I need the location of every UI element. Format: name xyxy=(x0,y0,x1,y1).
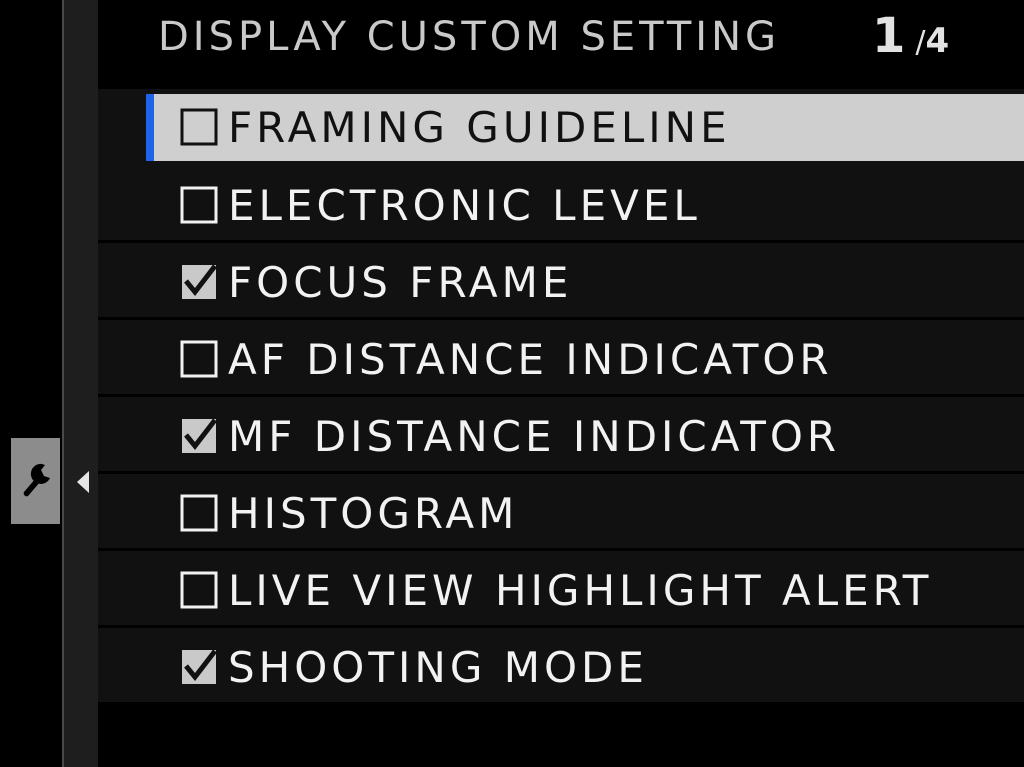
menu-item-label: ELECTRONIC LEVEL xyxy=(228,181,701,230)
menu-item-histogram[interactable]: HISTOGRAM xyxy=(98,474,1024,551)
checkbox-checked-icon[interactable] xyxy=(180,263,218,301)
menu-item-framing-guideline[interactable]: FRAMING GUIDELINE xyxy=(146,94,1024,161)
page-title: DISPLAY CUSTOM SETTING xyxy=(158,14,781,60)
checkbox-checked-icon[interactable] xyxy=(180,648,218,686)
menu-item-label: FOCUS FRAME xyxy=(228,258,573,307)
menu-item-label: FRAMING GUIDELINE xyxy=(228,103,731,152)
menu-list: FRAMING GUIDELINE ELECTRONIC LEVEL FOCUS… xyxy=(98,89,1024,705)
menu-item-label: SHOOTING MODE xyxy=(228,643,648,692)
checkbox-unchecked-icon[interactable] xyxy=(180,494,218,532)
page-indicator: 1 /4 xyxy=(872,8,949,64)
checkbox-unchecked-icon[interactable] xyxy=(180,340,218,378)
checkbox-unchecked-icon[interactable] xyxy=(180,186,218,224)
page-separator: / xyxy=(915,25,926,60)
page-current: 1 xyxy=(872,8,906,64)
checkbox-checked-icon[interactable] xyxy=(180,417,218,455)
menu-item-label: LIVE VIEW HIGHLIGHT ALERT xyxy=(228,566,933,615)
wrench-icon xyxy=(23,463,50,497)
menu-item-focus-frame[interactable]: FOCUS FRAME xyxy=(98,243,1024,320)
page-total: 4 xyxy=(925,21,950,61)
checkbox-unchecked-icon[interactable] xyxy=(180,108,218,146)
checkbox-unchecked-icon[interactable] xyxy=(180,571,218,609)
menu-item-shooting-mode[interactable]: SHOOTING MODE xyxy=(98,628,1024,705)
menu-item-live-view-highlight-alert[interactable]: LIVE VIEW HIGHLIGHT ALERT xyxy=(98,551,1024,628)
menu-item-label: HISTOGRAM xyxy=(228,489,519,538)
tab-setup[interactable] xyxy=(11,438,60,524)
sidebar-strip xyxy=(64,0,98,767)
menu-item-label: MF DISTANCE INDICATOR xyxy=(228,412,841,461)
menu-item-label: AF DISTANCE INDICATOR xyxy=(228,335,833,384)
selection-accent-bar xyxy=(146,94,154,161)
active-tab-arrow-icon xyxy=(77,471,89,493)
menu-item-af-distance-indicator[interactable]: AF DISTANCE INDICATOR xyxy=(98,320,1024,397)
menu-item-electronic-level[interactable]: ELECTRONIC LEVEL xyxy=(98,166,1024,243)
menu-item-mf-distance-indicator[interactable]: MF DISTANCE INDICATOR xyxy=(98,397,1024,474)
